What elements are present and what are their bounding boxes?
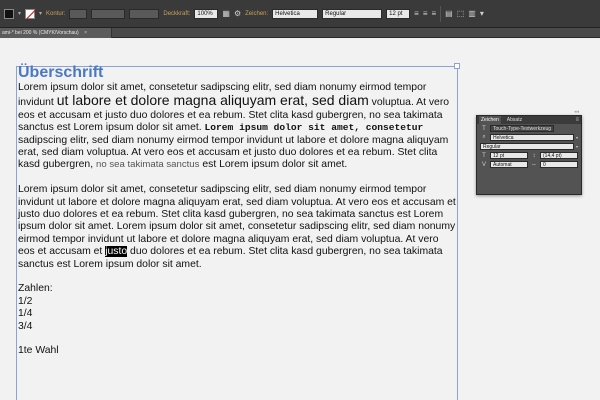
font-row: ⌕ Helvetica ▾ [477, 133, 581, 142]
panel-style-field[interactable]: Regular [480, 143, 574, 150]
document-tab-bar: ami-* bei 200 % (CMYK/Vorschau) × [0, 28, 600, 38]
text-frame[interactable]: Überschrift Lorem ipsum dolor sit amet, … [18, 64, 456, 358]
font-field[interactable]: Helvetica [272, 8, 319, 19]
tab-zeichen[interactable]: Zeichen [479, 116, 501, 124]
panel-size-field[interactable]: 12 pt [490, 152, 528, 159]
chevron-down-icon[interactable]: ▾ [576, 144, 578, 149]
style-field[interactable]: Regular [322, 8, 383, 19]
text-frame-right-edge[interactable] [457, 66, 458, 400]
p1-mono-text: Lorem ipsum dolor sit amet, consetetur [204, 122, 424, 134]
kerning-icon: V [481, 161, 486, 168]
align-right-icon[interactable]: ≡ [432, 9, 437, 18]
collapse-icon[interactable]: ◂◂ [574, 109, 579, 115]
style-row: Regular ▾ [477, 142, 581, 151]
tab-absatz[interactable]: Absatz [505, 116, 524, 124]
document-tab[interactable]: ami-* bei 200 % (CMYK/Vorschau) × [0, 28, 112, 38]
size-field[interactable]: 12 pt [386, 8, 411, 19]
panel-leading-field[interactable]: (14,4 pt) [540, 152, 578, 159]
paragraph-1: Lorem ipsum dolor sit amet, consetetur s… [18, 82, 456, 172]
panel-font-field[interactable]: Helvetica [490, 134, 574, 141]
kerning-tracking-row: V Automat ⇔ 0 [477, 160, 581, 169]
char-label: Zeichen: [245, 10, 269, 17]
character-panel: ◂◂ Zeichen Absatz ≡ T Touch-Type-Textwer… [476, 109, 582, 195]
stroke-weight-field[interactable] [69, 8, 88, 19]
arrange-icon[interactable]: ▥ [468, 9, 476, 18]
fraction-1: 1/2 [18, 295, 33, 307]
recolor-icon[interactable]: ⚙ [234, 9, 241, 18]
stroke-profile-field[interactable] [91, 8, 126, 19]
panel-kerning-field[interactable]: Automat [490, 161, 528, 168]
leading-icon: ↕ [532, 152, 536, 159]
touch-type-icon: T [482, 125, 486, 132]
search-icon: ⌕ [482, 134, 486, 140]
paragraph-2: Lorem ipsum dolor sit amet, consetetur s… [18, 184, 456, 271]
control-bar: ▾ ▾ Kontur: Deckkraft: 100% ▦ ⚙ Zeichen:… [0, 0, 600, 28]
panel-menu-icon[interactable]: ▾ [480, 9, 484, 18]
touch-type-row: T Touch-Type-Textwerkzeug [477, 124, 581, 133]
panel-header: Zeichen Absatz ≡ [477, 116, 581, 124]
document-tab-title: ami-* bei 200 % (CMYK/Vorschau) [2, 30, 79, 36]
p1-text-d: est Lorem ipsum dolor sit amet. [199, 159, 348, 171]
stroke-label: Kontur: [46, 10, 66, 17]
brush-field[interactable] [129, 8, 160, 19]
fill-dropdown-icon[interactable]: ▾ [18, 10, 21, 17]
stroke-swatch[interactable] [25, 8, 36, 19]
text-frame-left-edge [16, 66, 17, 400]
transform-icon[interactable]: ⬚ [457, 9, 465, 18]
selected-word[interactable]: justo [105, 246, 128, 258]
heading: Überschrift [18, 64, 104, 81]
panel-menu-icon[interactable]: ≡ [575, 117, 579, 123]
fill-swatch[interactable] [4, 8, 14, 19]
p1-grey-text: no sea takimata sanctus [95, 159, 200, 171]
chevron-down-icon[interactable]: ▾ [576, 135, 578, 140]
size-leading-row: T 12 pt ↕ (14,4 pt) [477, 151, 581, 160]
p1-large-text: ut labore et dolore magna aliquyam erat,… [56, 92, 369, 109]
opacity-label: Deckkraft: [163, 10, 191, 17]
align-left-icon[interactable]: ≡ [414, 9, 419, 18]
close-icon[interactable]: × [84, 30, 87, 36]
stroke-dropdown-icon[interactable]: ▾ [39, 10, 42, 17]
font-size-icon: T [482, 152, 486, 159]
fraction-3: 3/4 [18, 320, 33, 332]
graphic-style-icon[interactable]: ▦ [222, 9, 230, 18]
touch-type-button[interactable]: Touch-Type-Textwerkzeug [490, 125, 555, 132]
fraction-2: 1/4 [18, 308, 33, 320]
align-center-icon[interactable]: ≡ [423, 9, 428, 18]
opacity-field[interactable]: 100% [194, 8, 219, 19]
zahlen-label: Zahlen: [18, 283, 53, 295]
tracking-icon: ⇔ [531, 161, 537, 168]
panel-tracking-field[interactable]: 0 [540, 161, 578, 168]
separator [440, 5, 442, 22]
grid-icon[interactable]: ▤ [445, 9, 453, 18]
wahl-text: 1te Wahl [18, 345, 59, 357]
